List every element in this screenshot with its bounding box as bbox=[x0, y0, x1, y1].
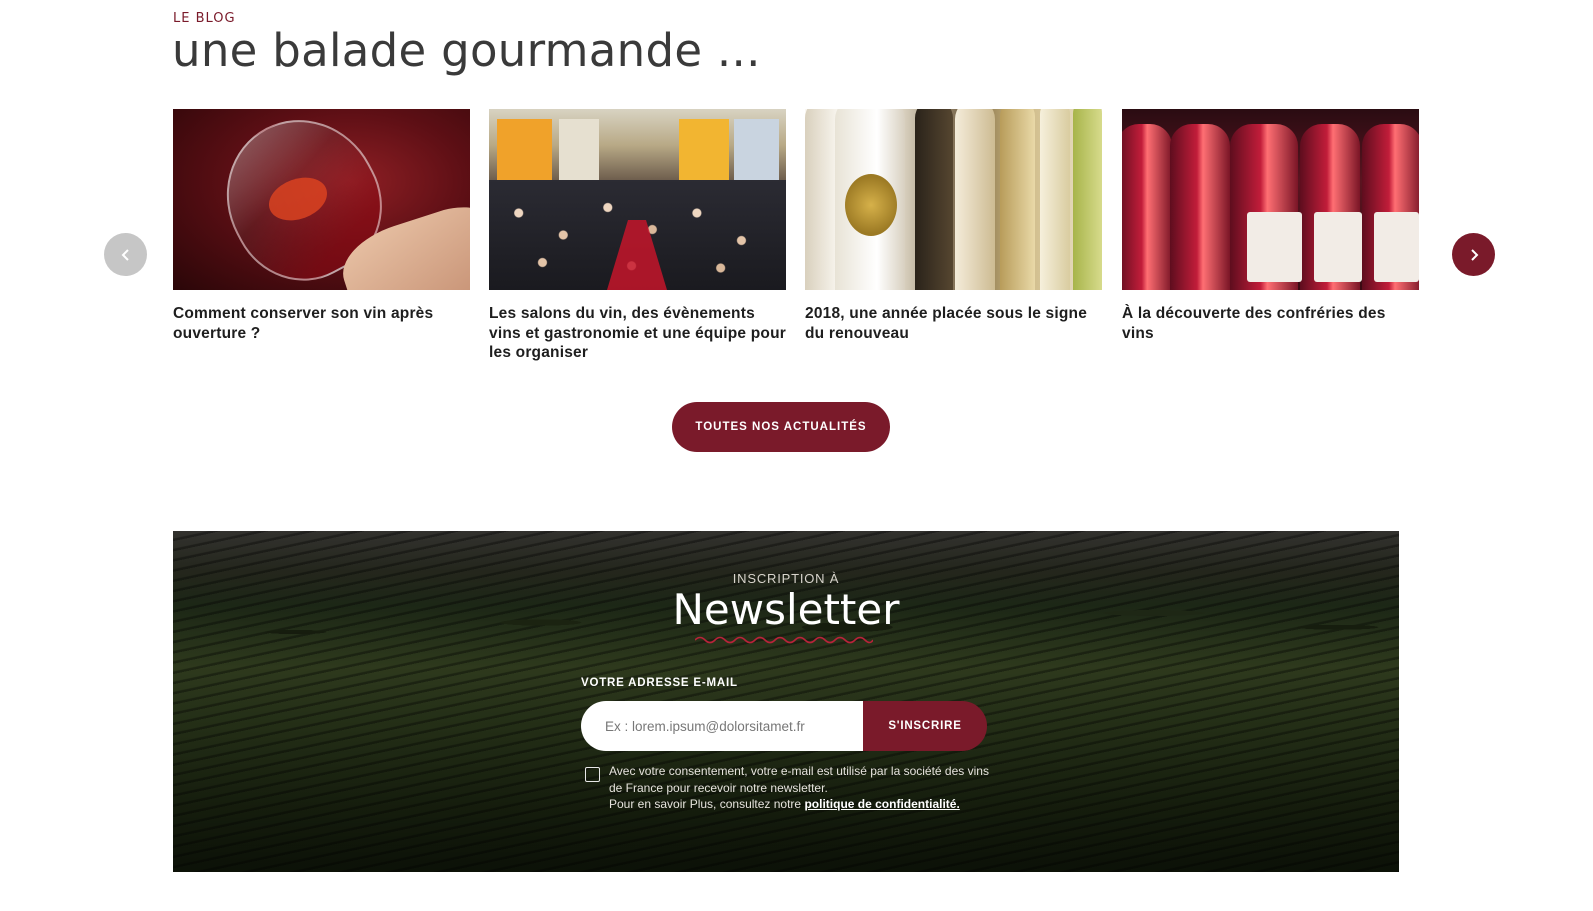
chevron-right-icon bbox=[1470, 248, 1478, 261]
carousel-prev-button[interactable] bbox=[104, 233, 147, 276]
consent-checkbox[interactable] bbox=[585, 767, 600, 782]
blog-title: une balade gourmande ... bbox=[172, 24, 761, 77]
article-title[interactable]: 2018, une année placée sous le signe du … bbox=[805, 304, 1102, 343]
article-title[interactable]: Comment conserver son vin après ouvertur… bbox=[173, 304, 470, 343]
all-news-button[interactable]: TOUTES NOS ACTUALITÉS bbox=[672, 402, 890, 452]
rose-wine-bottles-photo[interactable] bbox=[1122, 109, 1419, 290]
article-title[interactable]: Les salons du vin, des évènements vins e… bbox=[489, 304, 786, 363]
carousel-next-button[interactable] bbox=[1452, 233, 1495, 276]
consent-more: Pour en savoir Plus, consultez notre bbox=[609, 797, 802, 811]
wine-bottles-photo[interactable] bbox=[805, 109, 1102, 290]
chevron-left-icon bbox=[121, 248, 129, 261]
article-card[interactable]: À la découverte des confréries des vins bbox=[1122, 109, 1419, 343]
newsletter-section: INSCRIPTION À Newsletter VOTRE ADRESSE E… bbox=[173, 531, 1399, 872]
article-title[interactable]: À la découverte des confréries des vins bbox=[1122, 304, 1419, 343]
subscribe-button[interactable]: S'INSCRIRE bbox=[863, 701, 987, 751]
newsletter-form: S'INSCRIRE bbox=[581, 701, 987, 751]
email-input[interactable] bbox=[581, 701, 863, 751]
email-label: VOTRE ADRESSE E-MAIL bbox=[581, 677, 738, 689]
consent-text: Avec votre consentement, votre e-mail es… bbox=[609, 763, 989, 813]
newsletter-eyebrow: INSCRIPTION À bbox=[732, 571, 840, 586]
consent-sentence: Avec votre consentement, votre e-mail es… bbox=[609, 764, 989, 795]
newsletter-title: Newsletter bbox=[672, 585, 900, 634]
privacy-policy-link[interactable]: politique de confidentialité. bbox=[804, 797, 959, 811]
article-card[interactable]: Les salons du vin, des évènements vins e… bbox=[489, 109, 786, 363]
article-card[interactable]: 2018, une année placée sous le signe du … bbox=[805, 109, 1102, 343]
wine-fair-crowd-photo[interactable] bbox=[489, 109, 786, 290]
wine-glass-photo[interactable] bbox=[173, 109, 470, 290]
article-card[interactable]: Comment conserver son vin après ouvertur… bbox=[173, 109, 470, 343]
wave-divider-icon bbox=[695, 636, 873, 644]
